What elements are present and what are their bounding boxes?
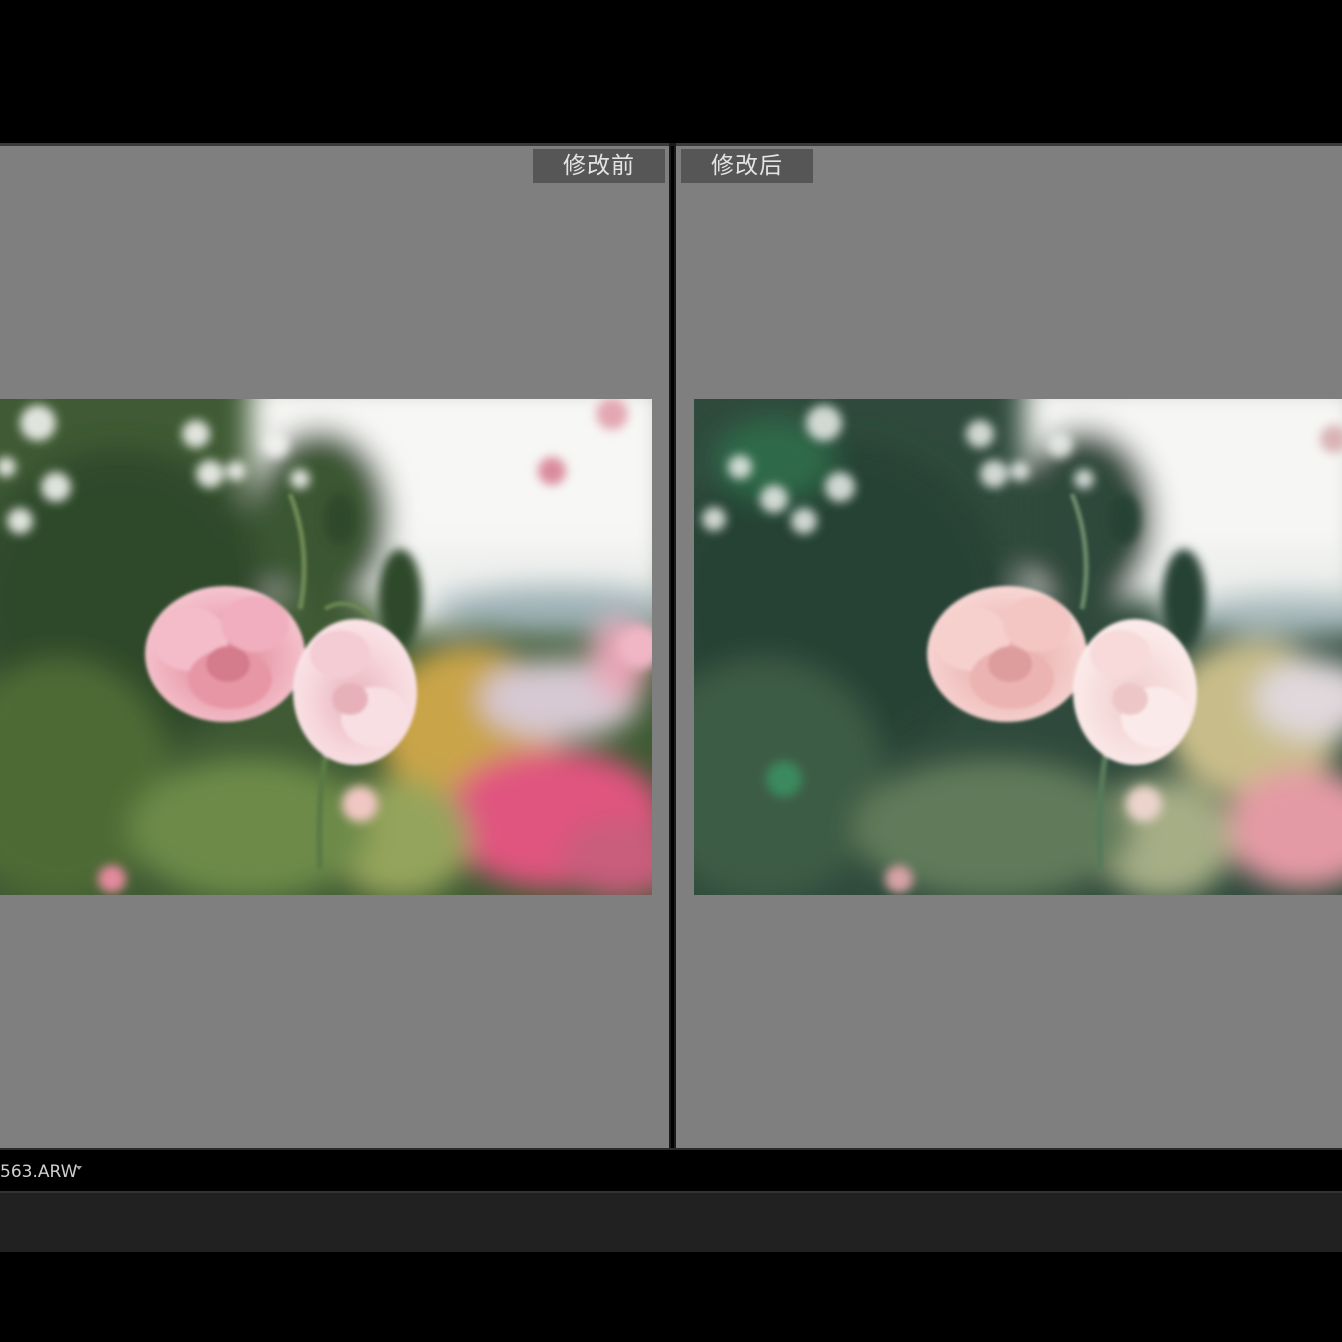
before-label: 修改前 [533,149,665,183]
before-photo-image [0,399,652,895]
compare-divider-line [671,146,674,1148]
before-pane[interactable]: 修改前 [0,146,669,1148]
filename-label[interactable]: 563.ARW [0,1162,77,1182]
after-label: 修改后 [681,149,813,183]
caret-down-icon[interactable] [76,1166,82,1170]
top-panel [0,0,1342,143]
after-pane[interactable]: 修改后 [676,146,1342,1148]
lightroom-compare-view: 修改前 修改后 563.ARW [0,0,1342,1342]
bottom-toolbar [0,1193,1342,1252]
filename-bar: 563.ARW [0,1148,1342,1193]
after-photo-image [694,399,1342,895]
before-photo[interactable] [0,399,652,895]
filmstrip-area [0,1252,1342,1342]
after-photo[interactable] [694,399,1342,895]
